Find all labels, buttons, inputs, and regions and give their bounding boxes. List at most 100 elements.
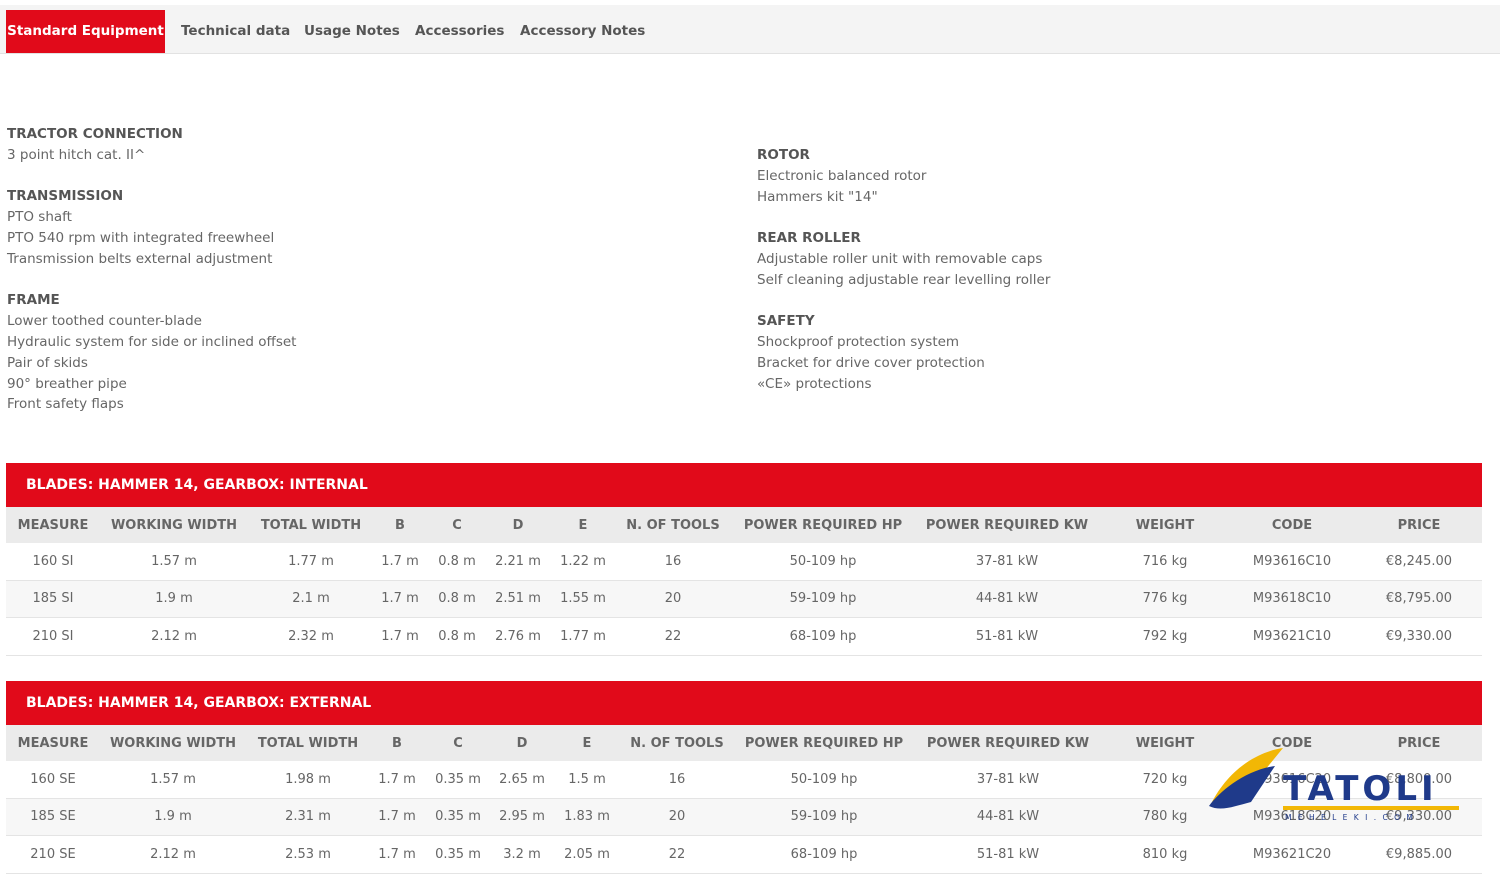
column-header-d: D xyxy=(512,517,524,533)
cell-total-width: 1.77 m xyxy=(288,553,334,569)
cell-power-kw: 37-81 kW xyxy=(976,771,1040,787)
spec-item: Lower toothed counter-blade xyxy=(7,313,202,330)
spec-item: 90° breather pipe xyxy=(7,375,127,392)
cell-working-width: 2.12 m xyxy=(150,846,196,862)
spec-item: Adjustable roller unit with removable ca… xyxy=(757,250,1043,267)
cell-b: 1.7 m xyxy=(378,809,416,825)
cell-n-of-tools: 20 xyxy=(664,591,682,607)
cell-c: 0.35 m xyxy=(435,809,481,825)
cell-e: 1.22 m xyxy=(560,553,606,569)
cell-d: 2.65 m xyxy=(499,771,545,787)
tab-usage-notes[interactable]: Usage Notes xyxy=(294,10,410,53)
cell-d: 2.51 m xyxy=(495,591,541,607)
column-header-e: E xyxy=(578,517,588,533)
column-header-measure: MEASURE xyxy=(17,735,89,751)
tab-accessories[interactable]: Accessories xyxy=(405,10,514,53)
cell-measure: 160 SE xyxy=(30,771,76,787)
column-header-b: B xyxy=(395,517,405,533)
column-header-c: C xyxy=(452,517,462,533)
spec-heading: SAFETY xyxy=(757,313,815,330)
spec-item: Bracket for drive cover protection xyxy=(757,354,985,371)
spec-heading: ROTOR xyxy=(757,147,810,163)
column-header-n-of-tools: N. OF TOOLS xyxy=(630,735,724,751)
spec-item: PTO 540 rpm with integrated freewheel xyxy=(7,229,275,246)
column-header-total-width: TOTAL WIDTH xyxy=(257,735,359,751)
cell-c: 0.35 m xyxy=(435,846,481,862)
cell-n-of-tools: 16 xyxy=(664,553,682,569)
cell-power-kw: 37-81 kW xyxy=(975,553,1039,569)
cell-power-kw: 44-81 kW xyxy=(976,809,1040,825)
cell-power-hp: 68-109 hp xyxy=(790,846,858,862)
cell-e: 1.55 m xyxy=(560,591,606,607)
cell-b: 1.7 m xyxy=(381,553,419,569)
logo-tagline: M E H E L E K I . C O M xyxy=(1285,813,1415,822)
cell-weight: 780 kg xyxy=(1142,809,1188,825)
cell-total-width: 2.53 m xyxy=(285,846,331,862)
cell-weight: 776 kg xyxy=(1142,591,1188,607)
column-header-total-width: TOTAL WIDTH xyxy=(260,517,362,533)
column-header-weight: WEIGHT xyxy=(1135,735,1195,751)
cell-power-kw: 51-81 kW xyxy=(975,628,1039,644)
cell-c: 0.8 m xyxy=(438,628,476,644)
cell-working-width: 1.9 m xyxy=(155,591,193,607)
cell-working-width: 1.57 m xyxy=(150,771,196,787)
specs-left: TRACTOR CONNECTION 3 point hitch cat. II… xyxy=(7,124,296,415)
cell-total-width: 2.1 m xyxy=(292,591,330,607)
cell-b: 1.7 m xyxy=(381,591,419,607)
cell-measure: 185 SI xyxy=(32,591,74,607)
column-header-power-kw: POWER REQUIRED KW xyxy=(926,735,1090,751)
table-gearbox-internal: BLADES: HAMMER 14, GEARBOX: INTERNAL MEAS… xyxy=(6,463,1482,656)
spec-heading: TRACTOR CONNECTION xyxy=(7,126,183,142)
cell-e: 1.77 m xyxy=(560,628,606,644)
tab-technical-data[interactable]: Technical data xyxy=(171,10,300,53)
cell-measure: 160 SI xyxy=(32,553,74,569)
column-header-d: D xyxy=(516,735,528,751)
cell-weight: 716 kg xyxy=(1142,553,1188,569)
table-row: 210 SE 2.12 m 2.53 m 1.7 m 0.35 m 3.2 m 2.05 m… xyxy=(6,836,1482,874)
cell-c: 0.8 m xyxy=(438,553,476,569)
cell-d: 2.95 m xyxy=(499,809,545,825)
column-header-weight: WEIGHT xyxy=(1135,517,1195,533)
spec-heading: TRANSMISSION xyxy=(7,188,124,205)
table-title: BLADES: HAMMER 14, GEARBOX: INTERNAL xyxy=(6,463,1482,507)
column-header-price: PRICE xyxy=(1397,517,1441,533)
table-row: 210 SI 2.12 m 2.32 m 1.7 m 0.8 m 2.76 m 1.77 m… xyxy=(6,618,1482,656)
tatoli-logo: TATOLI M E H E L E K I . C O M xyxy=(1209,748,1459,822)
cell-power-hp: 59-109 hp xyxy=(790,809,858,825)
cell-b: 1.7 m xyxy=(378,846,416,862)
cell-n-of-tools: 20 xyxy=(668,809,686,825)
cell-price: €8,245.00 xyxy=(1385,553,1453,569)
cell-power-kw: 51-81 kW xyxy=(976,846,1040,862)
cell-n-of-tools: 22 xyxy=(668,846,686,862)
table-row: 160 SI 1.57 m 1.77 m 1.7 m 0.8 m 2.21 m 1.22 m… xyxy=(6,543,1482,581)
spec-item: Shockproof protection system xyxy=(757,334,960,351)
column-header-power-hp: POWER REQUIRED HP xyxy=(744,735,904,751)
cell-code: M93621C20 xyxy=(1252,846,1332,862)
cell-code: M93618C10 xyxy=(1252,591,1332,607)
column-header-c: C xyxy=(453,735,463,751)
cell-total-width: 2.32 m xyxy=(288,628,334,644)
tab-standard-equipment[interactable]: Standard Equipment xyxy=(6,10,165,53)
column-header-working-width: WORKING WIDTH xyxy=(109,735,237,751)
spec-item: Hydraulic system for side or inclined of… xyxy=(7,333,297,350)
cell-price: €9,885.00 xyxy=(1385,846,1453,862)
cell-b: 1.7 m xyxy=(378,771,416,787)
cell-working-width: 1.57 m xyxy=(151,553,197,569)
cell-measure: 185 SE xyxy=(30,809,76,825)
spec-item: Electronic balanced rotor xyxy=(757,167,927,184)
cell-power-hp: 50-109 hp xyxy=(789,553,857,569)
cell-code: M93616C10 xyxy=(1252,553,1332,569)
tab-accessory-notes[interactable]: Accessory Notes xyxy=(510,10,655,53)
cell-n-of-tools: 22 xyxy=(664,628,682,644)
cell-weight: 810 kg xyxy=(1142,846,1188,862)
cell-e: 1.83 m xyxy=(564,809,610,825)
cell-c: 0.8 m xyxy=(438,591,476,607)
spec-item: Hammers kit "14" xyxy=(757,188,878,205)
column-header-power-kw: POWER REQUIRED KW xyxy=(925,517,1089,533)
cell-e: 2.05 m xyxy=(564,846,610,862)
cell-power-hp: 68-109 hp xyxy=(789,628,857,644)
cell-weight: 792 kg xyxy=(1142,628,1188,644)
table-row: 185 SI 1.9 m 2.1 m 1.7 m 0.8 m 2.51 m 1.55 m 20… xyxy=(6,580,1482,618)
cell-price: €9,330.00 xyxy=(1385,628,1453,644)
column-header-n-of-tools: N. OF TOOLS xyxy=(626,517,720,533)
